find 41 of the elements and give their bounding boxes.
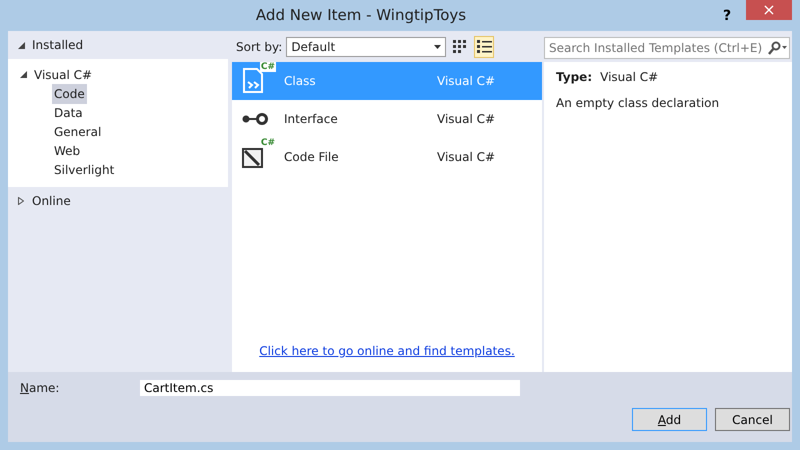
tree-item[interactable]: Silverlight xyxy=(52,160,116,180)
template-name: Interface xyxy=(284,111,339,128)
template-language: Visual C# xyxy=(437,73,496,90)
tree-item[interactable]: Web xyxy=(52,140,82,160)
caret-icon xyxy=(434,44,442,48)
close-button[interactable]: × xyxy=(746,0,792,20)
template-row[interactable]: Interface Visual C# xyxy=(232,100,542,138)
tree-item[interactable]: General xyxy=(52,122,104,142)
cancel-button[interactable]: Cancel xyxy=(715,408,790,431)
help-button[interactable]: ? xyxy=(714,6,740,26)
template-row[interactable]: C# Code File Visual C# xyxy=(232,138,542,176)
language-badge: C# xyxy=(260,138,276,148)
tree-item[interactable]: Visual C# xyxy=(34,66,92,84)
sort-label: Sort by: xyxy=(236,38,282,56)
template-row[interactable]: C# Class Visual C# xyxy=(232,62,542,100)
template-language: Visual C# xyxy=(437,111,496,128)
search-icon[interactable] xyxy=(767,41,789,55)
name-field[interactable]: CartItem.cs xyxy=(140,380,520,396)
template-name: Code File xyxy=(284,149,340,166)
language-badge: C# xyxy=(260,62,276,72)
type-value: Visual C# xyxy=(600,70,658,84)
tree-item[interactable]: Code xyxy=(52,84,87,104)
collapsed-icon[interactable] xyxy=(18,197,26,205)
type-label: Type: xyxy=(556,70,592,84)
expanded-icon[interactable] xyxy=(18,42,26,48)
add-button[interactable]: Add xyxy=(632,408,707,431)
template-language: Visual C# xyxy=(437,149,496,166)
sort-dropdown[interactable]: Default xyxy=(286,36,446,56)
search-field[interactable]: Search Installed Templates (Ctrl+E) xyxy=(544,37,790,59)
tree-item-label: Installed xyxy=(32,37,84,54)
tree-item-label: Online xyxy=(32,193,71,210)
tree-item[interactable]: Data xyxy=(52,102,85,122)
template-name: Class xyxy=(284,73,317,90)
tree-header[interactable]: Installed xyxy=(8,31,232,59)
online-templates-link[interactable]: Click here to go online and find templates. xyxy=(259,342,515,360)
tree-header[interactable]: Online xyxy=(8,187,232,215)
window-title: Add New Item - WingtipToys xyxy=(254,5,468,26)
expanded-icon[interactable] xyxy=(20,71,28,78)
list-view-button[interactable] xyxy=(474,36,494,58)
template-description: An empty class declaration xyxy=(556,95,720,112)
name-label: Name: xyxy=(20,380,60,397)
